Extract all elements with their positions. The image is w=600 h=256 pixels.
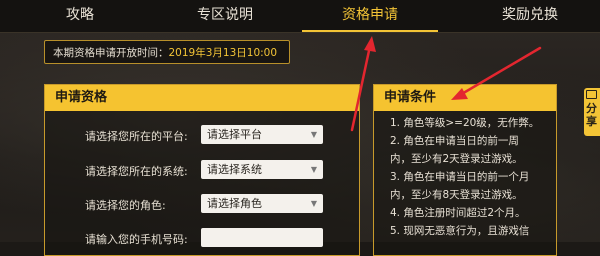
annotation-arrows xyxy=(350,36,542,132)
arrow-to-conditions xyxy=(451,46,542,100)
arrow-to-tab xyxy=(350,36,376,132)
